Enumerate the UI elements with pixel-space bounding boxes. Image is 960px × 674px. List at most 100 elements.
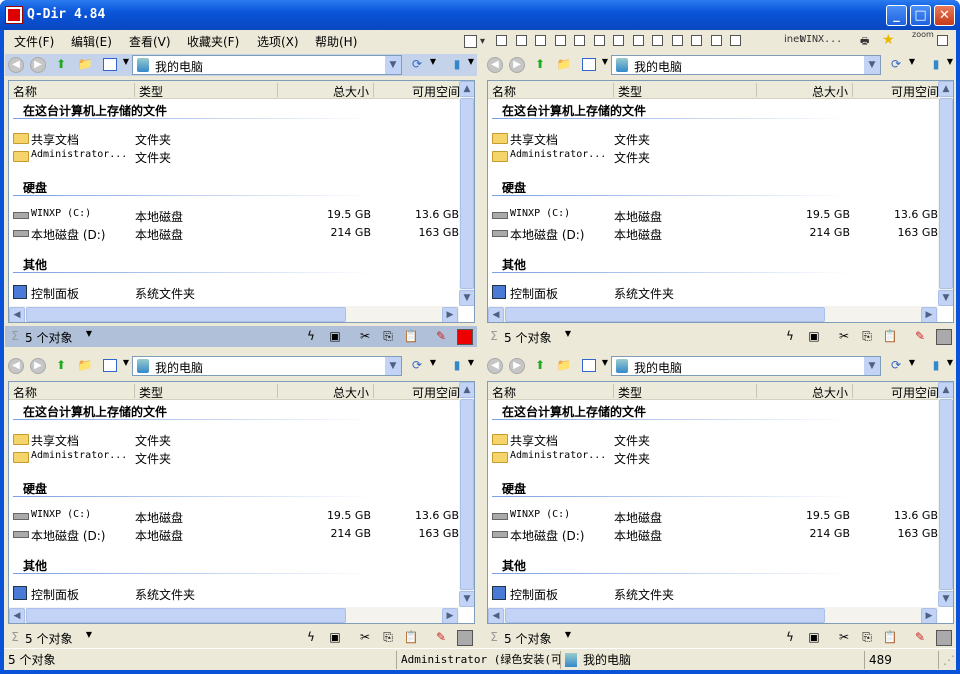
list-item[interactable]: 控制面板 系统文件夹 bbox=[488, 283, 938, 301]
list-item[interactable]: WINXP (C:) 本地磁盘 19.5 GB 13.6 GB bbox=[9, 507, 459, 525]
list-item[interactable]: 本地磁盘 (D:) 本地磁盘 214 GB 163 GB bbox=[488, 525, 938, 543]
vertical-scroll-thumb[interactable] bbox=[939, 98, 953, 289]
scroll-left-button[interactable]: ◀ bbox=[488, 608, 504, 623]
pane-object-count[interactable]: 5 个对象 bbox=[504, 630, 551, 647]
pane-object-count[interactable]: 5 个对象 bbox=[25, 630, 72, 647]
menu-file[interactable]: 文件(F) bbox=[14, 33, 54, 50]
horizontal-scrollbar[interactable]: ◀ ▶ bbox=[488, 607, 938, 623]
scroll-right-button[interactable]: ▶ bbox=[442, 608, 458, 623]
layout-button[interactable] bbox=[613, 35, 624, 46]
column-free-space[interactable]: 可用空间 bbox=[853, 83, 943, 97]
layout-button[interactable] bbox=[691, 35, 702, 46]
address-bar[interactable]: 我的电脑 ▼ bbox=[611, 55, 881, 75]
column-free-space[interactable]: 可用空间 bbox=[374, 83, 464, 97]
scroll-down-button[interactable]: ▼ bbox=[938, 290, 953, 306]
count-dropdown-arrow[interactable]: ▼ bbox=[560, 329, 576, 345]
horizontal-scroll-thumb[interactable] bbox=[505, 608, 825, 623]
list-item[interactable]: 控制面板 系统文件夹 bbox=[9, 283, 459, 301]
layout-dropdown-arrow[interactable]: ▾ bbox=[480, 36, 485, 54]
vertical-scroll-thumb[interactable] bbox=[460, 399, 474, 590]
menu-edit[interactable]: 编辑(E) bbox=[71, 33, 112, 50]
horizontal-scroll-thumb[interactable] bbox=[505, 307, 825, 322]
view-mode-icon[interactable] bbox=[582, 58, 596, 71]
layout-button[interactable] bbox=[554, 35, 566, 46]
refresh-icon[interactable]: ⟳ bbox=[409, 358, 425, 374]
refresh-dropdown-arrow[interactable]: ▼ bbox=[425, 358, 441, 374]
list-item[interactable]: 共享文档 文件夹 bbox=[488, 430, 938, 448]
vertical-scrollbar[interactable]: ▲ ▼ bbox=[938, 81, 953, 306]
zoom-icon[interactable]: zoom bbox=[912, 30, 934, 48]
title-bar[interactable]: Q-Dir 4.84 _ □ ✕ bbox=[0, 0, 960, 30]
menu-favorites[interactable]: 收藏夹(F) bbox=[187, 33, 239, 50]
column-total-size[interactable]: 总大小 bbox=[278, 83, 374, 97]
layout-button[interactable] bbox=[652, 35, 663, 46]
layout-button[interactable] bbox=[515, 35, 527, 46]
computer-dropdown-arrow[interactable]: ▼ bbox=[942, 358, 958, 374]
list-item[interactable]: 本地磁盘 (D:) 本地磁盘 214 GB 163 GB bbox=[9, 224, 459, 242]
column-type[interactable]: 类型 bbox=[135, 83, 278, 97]
scroll-up-button[interactable]: ▲ bbox=[459, 382, 474, 398]
forward-icon[interactable]: ▶ bbox=[509, 57, 525, 73]
layout-button[interactable] bbox=[535, 35, 546, 46]
column-free-space[interactable]: 可用空间 bbox=[853, 384, 943, 398]
count-dropdown-arrow[interactable]: ▼ bbox=[560, 630, 576, 646]
refresh-dropdown-arrow[interactable]: ▼ bbox=[425, 57, 441, 73]
new-folder-icon[interactable]: 📁 bbox=[556, 57, 572, 73]
copy-icon[interactable]: ⎘ bbox=[380, 630, 396, 646]
scroll-down-button[interactable]: ▼ bbox=[459, 290, 474, 306]
cut-icon[interactable]: ✂ bbox=[836, 329, 852, 345]
list-item[interactable]: 共享文档 文件夹 bbox=[9, 430, 459, 448]
lightning-icon[interactable]: ϟ bbox=[782, 630, 798, 646]
properties-icon[interactable]: ▣ bbox=[327, 329, 343, 345]
column-total-size[interactable]: 总大小 bbox=[278, 384, 374, 398]
horizontal-scroll-thumb[interactable] bbox=[26, 307, 346, 322]
column-free-space[interactable]: 可用空间 bbox=[374, 384, 464, 398]
address-dropdown[interactable]: ▼ bbox=[864, 56, 880, 74]
file-list[interactable]: 名称 类型 总大小 可用空间 在这台计算机上存储的文件 共享文档 文件夹 Administra… bbox=[8, 80, 475, 323]
maximize-button[interactable]: □ bbox=[910, 5, 931, 26]
count-dropdown-arrow[interactable]: ▼ bbox=[81, 630, 97, 646]
paste-icon[interactable]: 📋 bbox=[403, 630, 419, 646]
cut-icon[interactable]: ✂ bbox=[836, 630, 852, 646]
list-item[interactable]: 控制面板 系统文件夹 bbox=[488, 584, 938, 602]
properties-icon[interactable]: ▣ bbox=[327, 630, 343, 646]
rename-icon[interactable]: ✎ bbox=[912, 630, 928, 646]
cut-icon[interactable]: ✂ bbox=[357, 630, 373, 646]
address-bar[interactable]: 我的电脑 ▼ bbox=[611, 356, 881, 376]
layout-button[interactable] bbox=[496, 35, 507, 46]
close-button[interactable]: ✕ bbox=[934, 5, 955, 26]
view-mode-icon[interactable] bbox=[103, 58, 117, 71]
lightning-icon[interactable]: ϟ bbox=[303, 630, 319, 646]
computer-dropdown-arrow[interactable]: ▼ bbox=[463, 358, 479, 374]
drive-selector[interactable]: WINX... bbox=[800, 34, 842, 52]
up-folder-icon[interactable]: ⬆ bbox=[532, 57, 548, 73]
scroll-up-button[interactable]: ▲ bbox=[938, 382, 953, 398]
layout-button[interactable] bbox=[730, 35, 741, 46]
pane-object-count[interactable]: 5 个对象 bbox=[504, 329, 551, 346]
menu-options[interactable]: 选项(X) bbox=[257, 33, 299, 50]
resize-grip[interactable]: ⋰ bbox=[938, 651, 956, 669]
print-icon[interactable]: 🖶 bbox=[860, 34, 869, 52]
vertical-scrollbar[interactable]: ▲ ▼ bbox=[459, 81, 474, 306]
list-item[interactable]: 控制面板 系统文件夹 bbox=[9, 584, 459, 602]
copy-icon[interactable]: ⎘ bbox=[859, 630, 875, 646]
pane-color-icon[interactable] bbox=[457, 329, 473, 345]
pane-color-icon[interactable] bbox=[936, 630, 952, 646]
lightning-icon[interactable]: ϟ bbox=[303, 329, 319, 345]
horizontal-scrollbar[interactable]: ◀ ▶ bbox=[9, 607, 459, 623]
copy-icon[interactable]: ⎘ bbox=[380, 329, 396, 345]
horizontal-scrollbar[interactable]: ◀ ▶ bbox=[9, 306, 459, 322]
file-list[interactable]: 名称 类型 总大小 可用空间 在这台计算机上存储的文件 共享文档 文件夹 Administra… bbox=[8, 381, 475, 624]
column-name[interactable]: 名称 bbox=[9, 384, 135, 398]
scroll-down-button[interactable]: ▼ bbox=[938, 591, 953, 607]
paste-icon[interactable]: 📋 bbox=[882, 329, 898, 345]
scroll-left-button[interactable]: ◀ bbox=[488, 307, 504, 322]
copy-icon[interactable]: ⎘ bbox=[859, 329, 875, 345]
column-name[interactable]: 名称 bbox=[488, 83, 614, 97]
pane-color-icon[interactable] bbox=[936, 329, 952, 345]
up-folder-icon[interactable]: ⬆ bbox=[53, 57, 69, 73]
list-item[interactable]: WINXP (C:) 本地磁盘 19.5 GB 13.6 GB bbox=[488, 206, 938, 224]
view-mode-icon[interactable] bbox=[582, 359, 596, 372]
scroll-right-button[interactable]: ▶ bbox=[921, 608, 937, 623]
address-dropdown[interactable]: ▼ bbox=[864, 357, 880, 375]
